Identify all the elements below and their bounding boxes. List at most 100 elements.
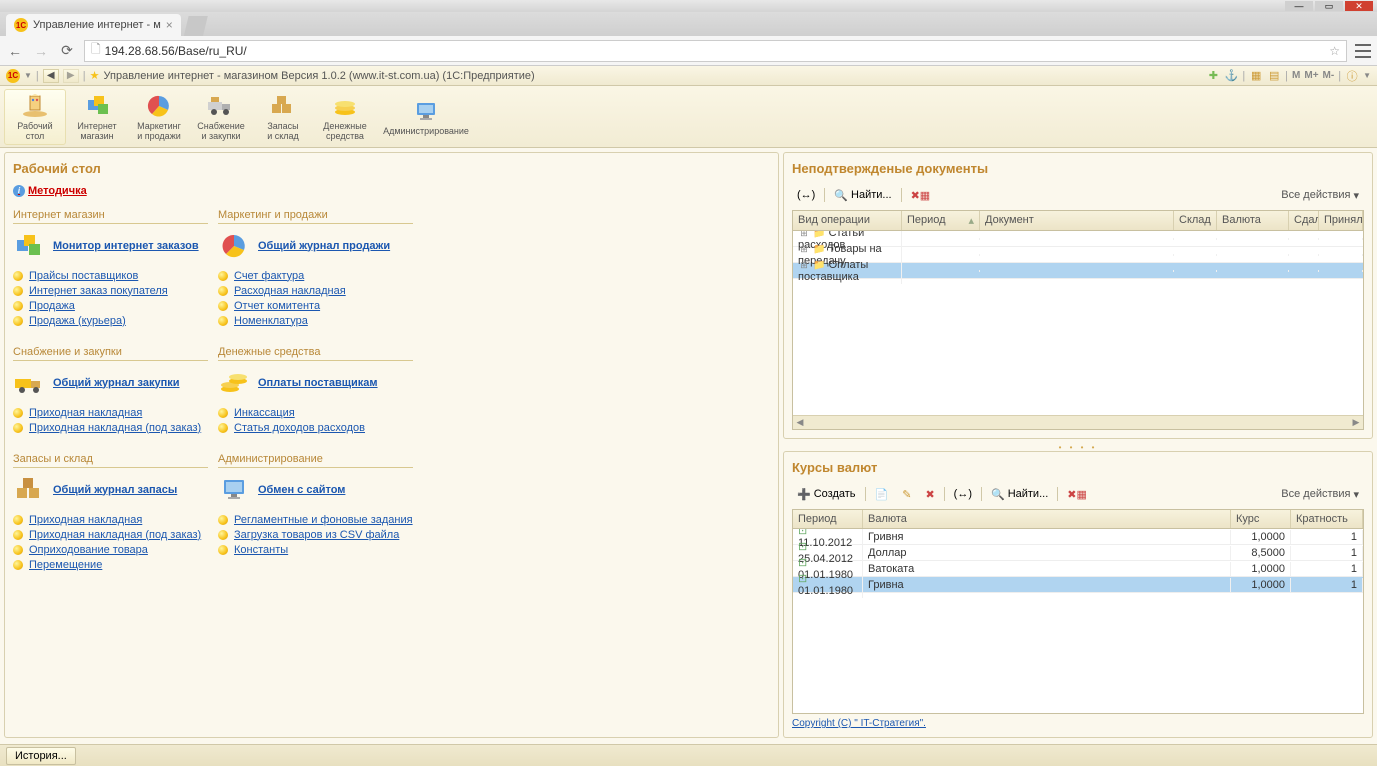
col-gave[interactable]: Сдал [1289,211,1319,230]
bullet-icon [13,301,23,311]
link-5-0[interactable]: Регламентные и фоновые задания [234,514,413,526]
rates-row[interactable]: ⊡ 25.04.2012Доллар8,50001 [793,545,1363,561]
panel-resize-handle[interactable]: • • • • [783,443,1373,447]
rates-row[interactable]: ⊡ 01.01.1980Ватоката1,00001 [793,561,1363,577]
mem-m[interactable]: M [1292,70,1300,81]
main-link-0[interactable]: Монитор интернет заказов [53,240,199,252]
bullet-icon [218,530,228,540]
rates-col-period[interactable]: Период [793,510,863,528]
section-admin[interactable]: Администрирование [376,89,476,145]
all-actions-button[interactable]: Все действия ▾ [1276,186,1364,204]
new-tab-button[interactable] [184,16,208,36]
link-4-3[interactable]: Перемещение [29,559,102,571]
mem-mminus[interactable]: M- [1323,70,1335,81]
find-button-2[interactable]: 🔍 Найти... [986,485,1053,503]
switch-flat-icon[interactable]: (↔) [792,186,820,204]
link-5-1[interactable]: Загрузка товаров из CSV файла [234,529,399,541]
section-stock[interactable]: Запасыи склад [252,89,314,145]
section-marketing[interactable]: Маркетинги продажи [128,89,190,145]
section-money[interactable]: Денежныесредства [314,89,376,145]
tab-title: Управление интернет - м [33,19,161,31]
col-currency[interactable]: Валюта [1217,211,1289,230]
section-desktop[interactable]: Рабочийстол [4,89,66,145]
all-actions-button-2[interactable]: Все действия ▾ [1276,485,1364,503]
link-0-2[interactable]: Продажа [29,300,75,312]
edit-icon[interactable]: ✎ [897,485,916,503]
create-button[interactable]: ➕Создать [792,485,861,503]
delete-icon[interactable]: ✖ [920,485,939,503]
tool-calendar-icon[interactable]: ▤ [1267,69,1281,83]
scroll-right-icon[interactable]: ▶ [1349,417,1363,428]
tool-link-icon[interactable]: ⚓ [1224,69,1238,83]
copyright-link[interactable]: Copyright (C) " IT-Стратегия". [792,718,1364,729]
link-0-3[interactable]: Продажа (курьера) [29,315,126,327]
tab-close-button[interactable]: × [166,18,173,32]
mem-mplus[interactable]: M+ [1304,70,1318,81]
window-minimize-button[interactable]: — [1285,1,1313,11]
unconfirmed-grid[interactable]: Вид операции Период ▴ Документ Склад Вал… [792,210,1364,430]
link-4-1[interactable]: Приходная накладная (под заказ) [29,529,201,541]
bookmark-star-icon[interactable]: ☆ [1329,44,1340,58]
link-3-1[interactable]: Статья доходов расходов [234,422,365,434]
link-4-2[interactable]: Оприходование товара [29,544,148,556]
link-1-1[interactable]: Расходная накладная [234,285,346,297]
clear-filter-icon[interactable]: ✖▦ [906,186,936,204]
find-button[interactable]: 🔍 Найти... [829,186,896,204]
main-link-1[interactable]: Общий журнал продажи [258,240,390,252]
link-1-0[interactable]: Счет фактура [234,270,304,282]
expand-icon[interactable]: ⊞ [798,231,810,239]
app-nav-forward[interactable]: ▶ [63,69,79,83]
switch-flat-icon-2[interactable]: (↔) [949,485,977,503]
app-dropdown-icon[interactable]: ▼ [24,71,32,80]
rates-col-currency[interactable]: Валюта [863,510,1231,528]
main-link-2[interactable]: Общий журнал закупки [53,377,179,389]
app-nav-back[interactable]: ◀ [43,69,59,83]
browser-menu-button[interactable] [1355,44,1371,58]
link-1-2[interactable]: Отчет комитента [234,300,320,312]
link-3-0[interactable]: Инкассация [234,407,295,419]
copy-icon[interactable]: 📄 [870,485,894,503]
url-text: 194.28.68.56/Base/ru_RU/ [105,44,247,58]
main-link-4[interactable]: Общий журнал запасы [53,484,177,496]
col-warehouse[interactable]: Склад [1174,211,1217,230]
address-bar[interactable]: 🗋 194.28.68.56/Base/ru_RU/ ☆ [84,40,1347,62]
nav-back-button[interactable]: ← [6,42,24,60]
link-1-3[interactable]: Номенклатура [234,315,308,327]
favorite-star-icon[interactable]: ★ [90,69,100,82]
nav-reload-button[interactable]: ⟳ [58,42,76,60]
link-2-1[interactable]: Приходная накладная (под заказ) [29,422,201,434]
main-link-5[interactable]: Обмен с сайтом [258,484,345,496]
col-accepted[interactable]: Принял [1319,211,1363,230]
expand-icon[interactable]: ⊞ [798,244,810,255]
rates-grid[interactable]: Период Валюта Курс Кратность ⊡ 11.10.201… [792,509,1364,714]
window-maximize-button[interactable]: ▭ [1315,1,1343,11]
about-icon[interactable]: ⓘ [1345,69,1359,83]
section-shop[interactable]: Интернетмагазин [66,89,128,145]
col-operation[interactable]: Вид операции [793,211,902,230]
tool-fav-icon[interactable]: ✚ [1206,69,1220,83]
scroll-left-icon[interactable]: ◀ [793,417,807,428]
expand-icon[interactable]: ⊞ [798,260,810,271]
history-button[interactable]: История... [6,747,76,765]
methodichka-link[interactable]: i Методичка [13,185,87,197]
window-close-button[interactable]: ✕ [1345,1,1373,11]
link-0-1[interactable]: Интернет заказ покупателя [29,285,168,297]
about-dropdown-icon[interactable]: ▼ [1363,71,1371,80]
rates-col-mult[interactable]: Кратность [1291,510,1363,528]
col-period[interactable]: Период ▴ [902,211,980,230]
main-link-3[interactable]: Оплаты поставщикам [258,377,378,389]
browser-tab[interactable]: 1C Управление интернет - м × [6,14,181,36]
link-4-0[interactable]: Приходная накладная [29,514,142,526]
tool-calc-icon[interactable]: ▦ [1249,69,1263,83]
link-5-2[interactable]: Константы [234,544,288,556]
clear-filter-icon-2[interactable]: ✖▦ [1062,485,1092,503]
rates-col-rate[interactable]: Курс [1231,510,1291,528]
link-2-0[interactable]: Приходная накладная [29,407,142,419]
rates-row[interactable]: ⊡ 01.01.1980Гривна1,00001 [793,577,1363,593]
link-0-0[interactable]: Прайсы поставщиков [29,270,138,282]
col-document[interactable]: Документ [980,211,1174,230]
section-supply[interactable]: Снабжениеи закупки [190,89,252,145]
unconfirmed-row[interactable]: ⊞ 📁 Оплаты поставщика [793,263,1363,279]
rates-row[interactable]: ⊡ 11.10.2012Гривня1,00001 [793,529,1363,545]
nav-forward-button[interactable]: → [32,42,50,60]
